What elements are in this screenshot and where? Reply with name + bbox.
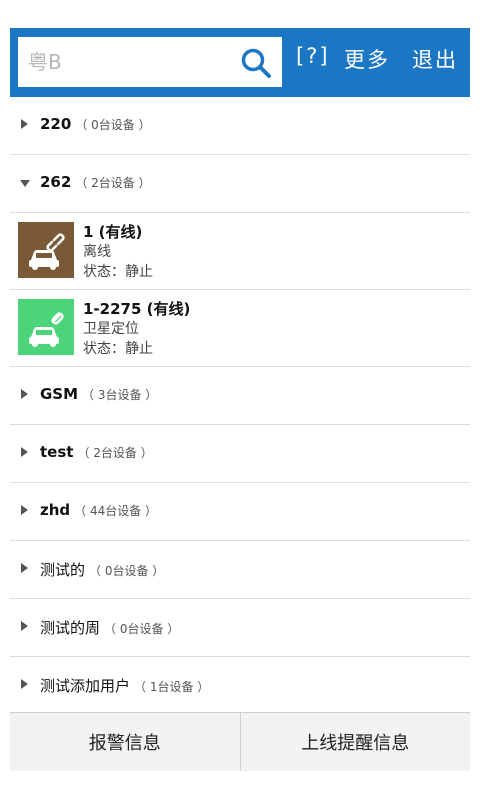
group-item[interactable]: test （ 2台设备 ） bbox=[10, 425, 470, 483]
device-state: 状态：静止 bbox=[83, 264, 153, 280]
device-name: 1 (有线) bbox=[83, 223, 143, 241]
expand-arrow-icon bbox=[21, 119, 28, 129]
device-item[interactable]: 1 (有线) 离线 状态：静止 bbox=[10, 213, 470, 290]
device-status: 离线 bbox=[83, 244, 111, 260]
group-item[interactable]: GSM （ 3台设备 ） bbox=[10, 367, 470, 425]
group-name: zhd （ 44台设备 ） bbox=[40, 501, 158, 519]
device-state: 状态：静止 bbox=[83, 341, 153, 357]
online-reminder-button[interactable]: 上线提醒信息 bbox=[241, 713, 471, 771]
device-status: 卫星定位 bbox=[83, 321, 139, 337]
search-box bbox=[18, 37, 282, 87]
group-name: test （ 2台设备 ） bbox=[40, 443, 153, 461]
group-name: 测试的（ 0台设备 ） bbox=[40, 561, 165, 579]
group-name: 测试的周（ 0台设备 ） bbox=[40, 619, 180, 637]
search-input[interactable] bbox=[18, 49, 240, 75]
collapse-arrow-icon bbox=[20, 180, 30, 187]
group-name: 262 （ 2台设备 ） bbox=[40, 173, 151, 191]
group-count: （ 0台设备 ） bbox=[75, 118, 151, 132]
group-count: （ 0台设备 ） bbox=[104, 622, 180, 636]
expand-arrow-icon bbox=[21, 505, 28, 515]
top-bar: [?] 更多 退出 bbox=[10, 28, 470, 97]
group-item[interactable]: 测试的（ 0台设备 ） bbox=[10, 541, 470, 599]
expand-arrow-icon bbox=[21, 389, 28, 399]
group-count: （ 44台设备 ） bbox=[74, 504, 158, 518]
more-button[interactable]: 更多 bbox=[344, 44, 390, 74]
group-name: 测试添加用户（ 1台设备 ） bbox=[40, 677, 210, 695]
expand-arrow-icon bbox=[21, 679, 28, 689]
expand-arrow-icon bbox=[21, 563, 28, 573]
group-count: （ 1台设备 ） bbox=[134, 680, 210, 694]
group-count: （ 3台设备 ） bbox=[82, 388, 158, 402]
group-item[interactable]: zhd （ 44台设备 ） bbox=[10, 483, 470, 541]
group-name: GSM （ 3台设备 ） bbox=[40, 385, 158, 403]
expand-arrow-icon bbox=[21, 447, 28, 457]
car-offline-icon bbox=[18, 222, 74, 278]
device-item[interactable]: 1-2275 (有线) 卫星定位 状态：静止 bbox=[10, 290, 470, 367]
group-name: 220 （ 0台设备 ） bbox=[40, 115, 151, 133]
group-item[interactable]: 测试添加用户（ 1台设备 ） bbox=[10, 657, 470, 714]
device-tree: 220 （ 0台设备 ） 262 （ 2台设备 ） 1 (有线) 离线 状态：静止 bbox=[10, 97, 470, 714]
bottom-bar: 报警信息 上线提醒信息 bbox=[10, 712, 470, 771]
group-count: （ 2台设备 ） bbox=[77, 446, 153, 460]
car-online-icon bbox=[18, 299, 74, 355]
exit-button[interactable]: 退出 bbox=[412, 44, 458, 74]
search-icon[interactable] bbox=[240, 47, 272, 79]
device-name: 1-2275 (有线) bbox=[83, 300, 191, 318]
app-frame: [?] 更多 退出 220（ 0台设备 ） 262（ 2台设备 ） 1 (有线 bbox=[10, 28, 470, 771]
alarm-info-button[interactable]: 报警信息 bbox=[10, 713, 240, 771]
group-count: （ 2台设备 ） bbox=[75, 176, 151, 190]
group-item[interactable]: 测试的周（ 0台设备 ） bbox=[10, 599, 470, 657]
help-button[interactable]: [?] bbox=[296, 44, 330, 68]
group-item[interactable]: 220 （ 0台设备 ） bbox=[10, 97, 470, 155]
group-count: （ 0台设备 ） bbox=[89, 564, 165, 578]
expand-arrow-icon bbox=[21, 621, 28, 631]
group-item[interactable]: 262 （ 2台设备 ） bbox=[10, 155, 470, 213]
